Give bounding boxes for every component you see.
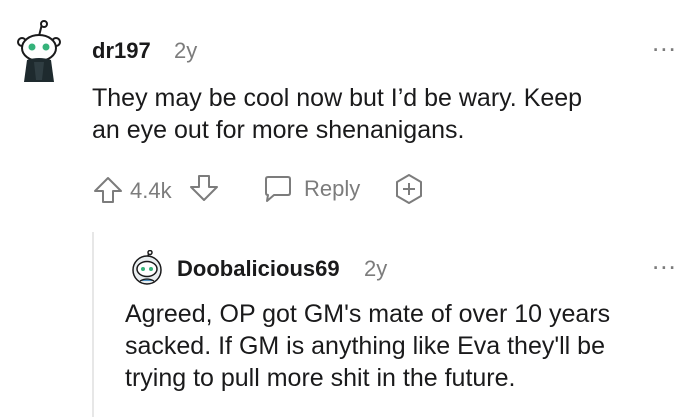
reply-label: Reply — [304, 176, 361, 201]
avatar-icon[interactable] — [14, 20, 64, 84]
comment-body: Agreed, OP got GM's mate of over 10 year… — [125, 298, 695, 394]
comment-body-line: sacked. If GM is anything like Eva they'… — [125, 332, 605, 360]
vote-score: 4.4k — [130, 178, 172, 203]
upvote-icon[interactable] — [92, 174, 124, 206]
award-plus-icon[interactable] — [392, 172, 426, 206]
comment-age: 2y — [364, 256, 388, 281]
more-options-icon[interactable]: ... — [652, 247, 677, 273]
comment-body: They may be cool now but I’d be wary. Ke… — [92, 82, 672, 146]
comment-body-line: They may be cool now but I’d be wary. Ke… — [92, 84, 583, 112]
comment-body-line: an eye out for more shenanigans. — [92, 116, 465, 144]
comment-age: 2y — [174, 38, 198, 63]
comment-body-line: trying to pull more shit in the future. — [125, 364, 516, 392]
thread-line[interactable] — [92, 232, 94, 417]
avatar-icon[interactable] — [130, 250, 164, 286]
comment-username[interactable]: dr197 — [92, 38, 151, 64]
reply-bubble-icon — [262, 174, 294, 204]
downvote-icon[interactable] — [188, 172, 220, 204]
more-options-icon[interactable]: ... — [652, 29, 677, 55]
reply-button[interactable]: Reply — [262, 172, 372, 206]
comment-body-line: Agreed, OP got GM's mate of over 10 year… — [125, 300, 611, 328]
comment-username[interactable]: Doobalicious69 — [177, 256, 340, 282]
